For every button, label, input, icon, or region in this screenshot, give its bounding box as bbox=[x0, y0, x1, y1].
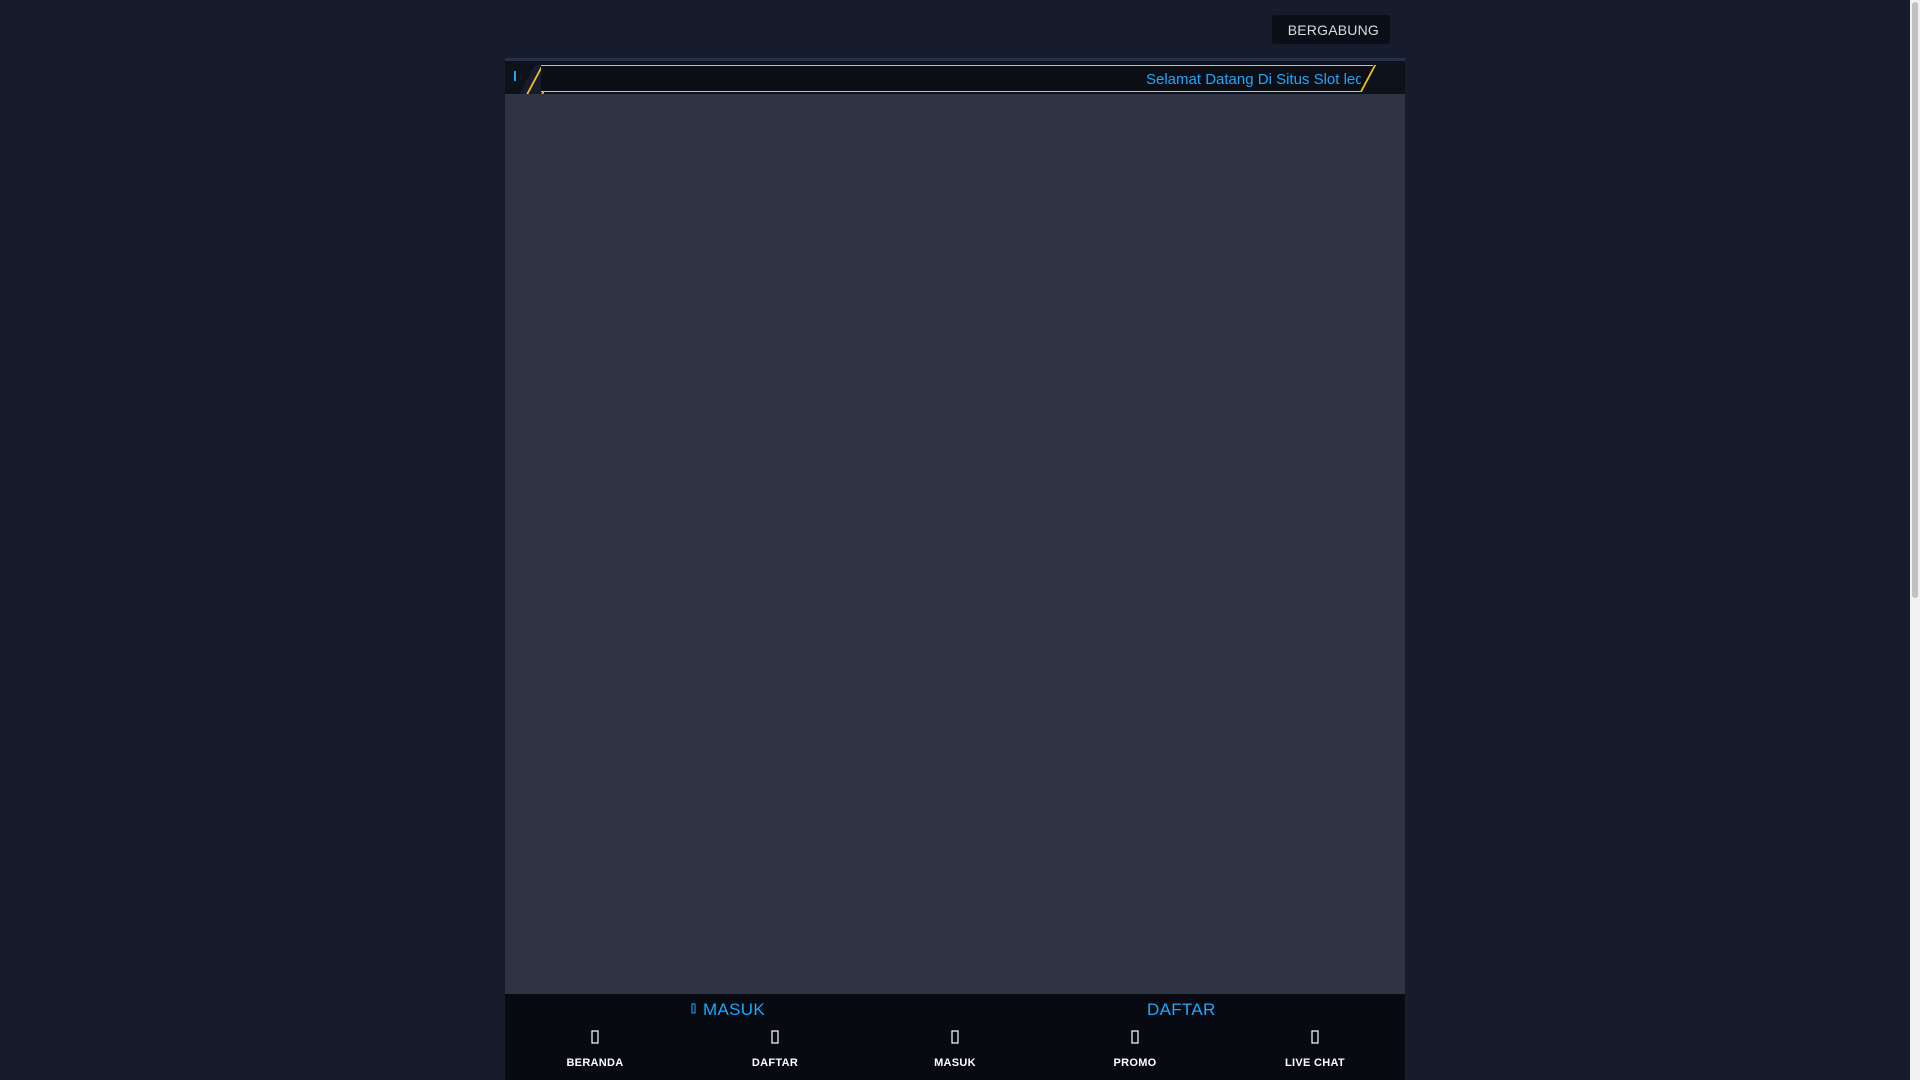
nav-item-promo[interactable]: PROMO bbox=[1045, 1020, 1225, 1080]
ticker-message: Selamat Datang Di Situs Slot ledak bbox=[1146, 71, 1361, 88]
nav-label: BERANDA bbox=[566, 1057, 624, 1069]
nav-item-masuk[interactable]: MASUK bbox=[865, 1020, 1045, 1080]
nav-label: LIVE CHAT bbox=[1285, 1057, 1345, 1069]
nav-item-live-chat[interactable]: LIVE CHAT bbox=[1225, 1020, 1405, 1080]
login-label: MASUK bbox=[703, 1000, 765, 1019]
sign-in-icon bbox=[865, 1030, 1045, 1046]
nav-label: PROMO bbox=[1113, 1057, 1157, 1069]
announcement-ticker: Selamat Datang Di Situs Slot ledak bbox=[505, 58, 1405, 94]
gift-icon bbox=[1045, 1030, 1225, 1046]
speaker-icon bbox=[511, 70, 521, 84]
join-button-label: BERGABUNG bbox=[1287, 21, 1379, 38]
nav-label: DAFTAR bbox=[751, 1057, 799, 1069]
sign-in-icon bbox=[691, 1003, 697, 1017]
nav-label: MASUK bbox=[934, 1057, 976, 1069]
main-column: BERGABUNG Selamat Datang Di Situs Slot l… bbox=[505, 0, 1405, 1080]
scrollbar-thumb[interactable] bbox=[1912, 2, 1918, 598]
home-icon bbox=[505, 1030, 685, 1046]
header: BERGABUNG bbox=[505, 0, 1405, 58]
login-button[interactable]: MASUK bbox=[691, 1000, 765, 1020]
chat-icon bbox=[1225, 1030, 1405, 1046]
nav-item-beranda[interactable]: BERANDA bbox=[505, 1020, 685, 1080]
register-label: DAFTAR bbox=[1147, 1000, 1216, 1019]
user-plus-icon bbox=[685, 1030, 865, 1046]
bottom-nav: BERANDA DAFTAR MASUK PROMO LIVE CHAT bbox=[505, 1020, 1405, 1080]
register-button[interactable]: DAFTAR bbox=[1147, 1000, 1216, 1020]
nav-item-daftar[interactable]: DAFTAR bbox=[685, 1020, 865, 1080]
join-button[interactable]: BERGABUNG bbox=[1271, 15, 1390, 44]
banner-area[interactable] bbox=[505, 94, 1405, 994]
page: BERGABUNG Selamat Datang Di Situs Slot l… bbox=[0, 0, 1910, 1080]
ticker-band: Selamat Datang Di Situs Slot ledak bbox=[541, 65, 1373, 92]
